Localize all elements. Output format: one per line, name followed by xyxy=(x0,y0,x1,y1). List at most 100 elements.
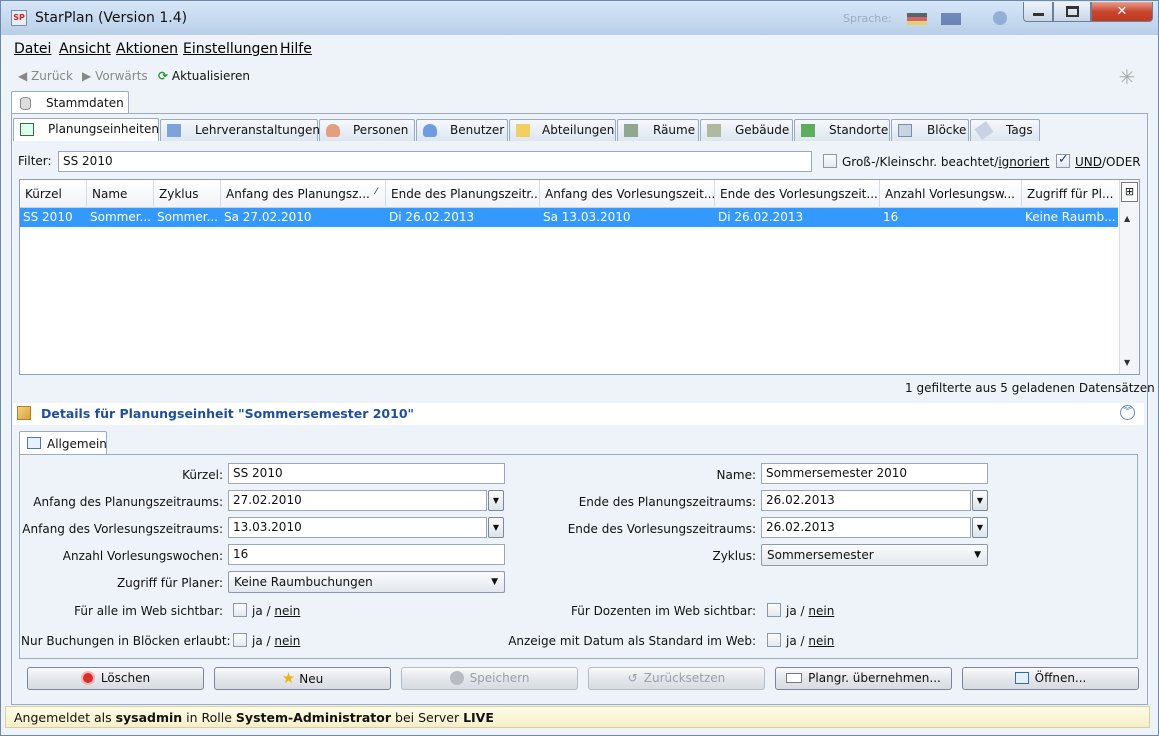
nein-link[interactable]: nein xyxy=(808,634,834,648)
und-oder-label: UND/ODER xyxy=(1075,155,1141,169)
forward-button[interactable]: ▶ Vorwärts xyxy=(82,69,148,83)
delete-button[interactable]: Löschen xyxy=(27,667,204,690)
german-flag-icon[interactable] xyxy=(907,13,927,25)
column-header-zugriff[interactable]: Zugriff für Pl... xyxy=(1022,180,1118,208)
kuerzel-field[interactable]: SS 2010 xyxy=(228,463,505,484)
back-button[interactable]: ◀ Zurück xyxy=(18,69,73,83)
anfang-vorlesung-field[interactable]: 13.03.2010 xyxy=(228,517,487,538)
menu-datei[interactable]: Datei xyxy=(14,41,51,57)
nein-link[interactable]: nein xyxy=(808,604,834,618)
refresh-button[interactable]: ⟳ Aktualisieren xyxy=(158,69,250,83)
starplan-logo-icon: SP xyxy=(11,10,27,26)
menu-aktionen[interactable]: Aktionen xyxy=(116,41,178,57)
column-header-anfang-vorlesung[interactable]: Anfang des Vorlesungszeit... xyxy=(540,180,715,208)
ende-vorlesung-dropdown[interactable]: ▼ xyxy=(972,517,988,538)
tab-planungseinheiten[interactable]: Planungseinheiten xyxy=(13,118,159,141)
save-button[interactable]: Speichern xyxy=(401,667,578,690)
tab-benutzer[interactable]: Benutzer xyxy=(416,119,508,141)
menu-bar: Datei Ansicht Aktionen Einstellungen Hil… xyxy=(2,39,1157,61)
column-header-anfang-planung[interactable]: Anfang des Planungsz... ⁄ xyxy=(221,180,386,208)
table-cell: 16 xyxy=(883,210,899,224)
column-header-anzahl-wochen[interactable]: Anzahl Vorlesungsw... xyxy=(880,180,1022,208)
menu-hilfe[interactable]: Hilfe xyxy=(280,41,312,57)
nein-link[interactable]: nein xyxy=(274,604,300,618)
column-header-ende-planung[interactable]: Ende des Planungszeitr... xyxy=(386,180,540,208)
menu-ansicht[interactable]: Ansicht xyxy=(59,41,111,57)
tab-bloecke[interactable]: Blöcke xyxy=(891,119,969,141)
open-button[interactable]: Öffnen... xyxy=(962,667,1139,690)
filter-input[interactable]: SS 2010 xyxy=(58,151,812,172)
table-cell: Sa 27.02.2010 xyxy=(224,210,312,224)
column-header-zyklus[interactable]: Zyklus xyxy=(154,180,221,208)
ende-planung-field[interactable]: 26.02.2013 xyxy=(761,490,971,511)
und-oder-checkbox[interactable] xyxy=(1056,152,1070,168)
column-header-ende-vorlesung[interactable]: Ende des Vorlesungszeit... xyxy=(715,180,880,208)
collapse-icon[interactable]: ︾ xyxy=(1120,405,1135,420)
case-sensitive-checkbox[interactable] xyxy=(823,154,837,168)
window-title: StarPlan (Version 1.4) xyxy=(35,10,188,26)
tab-abteilungen[interactable]: Abteilungen xyxy=(509,119,616,141)
datum-checkbox[interactable] xyxy=(767,633,781,647)
web-alle-label: Für alle im Web sichtbar: xyxy=(74,604,223,618)
apply-plangroup-button[interactable]: Plangr. übernehmen... xyxy=(775,667,952,690)
web-dozenten-janein: ja / nein xyxy=(786,604,835,618)
column-chooser-icon[interactable]: ⊞ xyxy=(1121,182,1138,202)
tab-standorte[interactable]: Standorte xyxy=(794,119,890,141)
minimize-button[interactable] xyxy=(1023,2,1053,22)
title-bar: SP StarPlan (Version 1.4) Sprache: ✕ xyxy=(1,1,1158,35)
column-header-name[interactable]: Name xyxy=(87,180,154,208)
close-icon: ✕ xyxy=(1116,4,1128,19)
anfang-planung-dropdown[interactable]: ▼ xyxy=(488,490,504,511)
chevron-down-icon: ▼ xyxy=(976,523,984,532)
nein-link[interactable]: nein xyxy=(274,634,300,648)
close-button[interactable]: ✕ xyxy=(1091,2,1153,22)
loading-spinner-icon: ✳ xyxy=(1118,65,1136,89)
table-cell: Sa 13.03.2010 xyxy=(543,210,631,224)
menu-einstellungen[interactable]: Einstellungen xyxy=(183,41,278,57)
forward-arrow-icon: ▶ xyxy=(82,69,92,83)
building-icon xyxy=(707,124,721,137)
toolbar: ◀ Zurück ▶ Vorwärts ⟳ Aktualisieren xyxy=(2,65,1157,89)
zugriff-select[interactable]: Keine Raumbuchungen ▼ xyxy=(228,571,505,593)
new-button[interactable]: ★ Neu xyxy=(214,667,391,690)
help-icon[interactable] xyxy=(993,11,1007,25)
reset-button[interactable]: ↺ Zurücksetzen xyxy=(588,667,765,690)
tab-gebaeude[interactable]: Gebäude xyxy=(700,119,793,141)
web-alle-checkbox[interactable] xyxy=(233,603,247,617)
name-label: Name: xyxy=(716,468,756,482)
name-field[interactable]: Sommersemester 2010 xyxy=(761,463,988,484)
tab-personen[interactable]: Personen xyxy=(319,119,415,141)
table-scrollbar[interactable]: ⊞ ▲ ▼ xyxy=(1119,180,1139,374)
table-row[interactable]: SS 2010 Sommer... Sommer... Sa 27.02.201… xyxy=(20,208,1118,227)
wochen-field[interactable]: 16 xyxy=(228,544,505,565)
language-label: Sprache: xyxy=(843,12,892,25)
tab-allgemein[interactable]: Allgemein xyxy=(19,431,107,455)
anfang-planung-field[interactable]: 27.02.2010 xyxy=(228,490,487,511)
ende-planung-dropdown[interactable]: ▼ xyxy=(972,490,988,511)
lecture-icon xyxy=(167,124,181,137)
zyklus-select[interactable]: Sommersemester ▼ xyxy=(761,544,988,566)
scroll-down-icon[interactable]: ▼ xyxy=(1124,358,1130,367)
details-header: Details für Planungseinheit "Sommersemes… xyxy=(13,403,1144,425)
tag-icon xyxy=(974,121,994,140)
table-cell: Keine Raumb... xyxy=(1025,210,1116,224)
zugriff-label: Zugriff für Planer: xyxy=(116,576,223,590)
bloecke-janein: ja / nein xyxy=(252,634,301,648)
table-cell: Sommer... xyxy=(157,210,218,224)
scroll-up-icon[interactable]: ▲ xyxy=(1124,214,1130,223)
english-flag-icon[interactable] xyxy=(941,13,961,25)
tab-raeume[interactable]: Räume xyxy=(617,119,699,141)
table-cell: SS 2010 xyxy=(23,210,73,224)
folder-icon xyxy=(516,124,530,137)
column-header-kuerzel[interactable]: Kürzel xyxy=(20,180,87,208)
tab-stammdaten[interactable]: Stammdaten xyxy=(11,91,129,114)
tab-lehrveranstaltungen[interactable]: Lehrveranstaltungen xyxy=(160,119,320,141)
delete-icon xyxy=(80,671,95,685)
maximize-button[interactable] xyxy=(1053,2,1091,22)
bloecke-checkbox[interactable] xyxy=(233,633,247,647)
anfang-vorlesung-dropdown[interactable]: ▼ xyxy=(488,517,504,538)
tab-tags[interactable]: Tags xyxy=(970,119,1040,141)
web-dozenten-checkbox[interactable] xyxy=(767,603,781,617)
ende-vorlesung-field[interactable]: 26.02.2013 xyxy=(761,517,971,538)
undo-icon: ↺ xyxy=(627,671,638,685)
